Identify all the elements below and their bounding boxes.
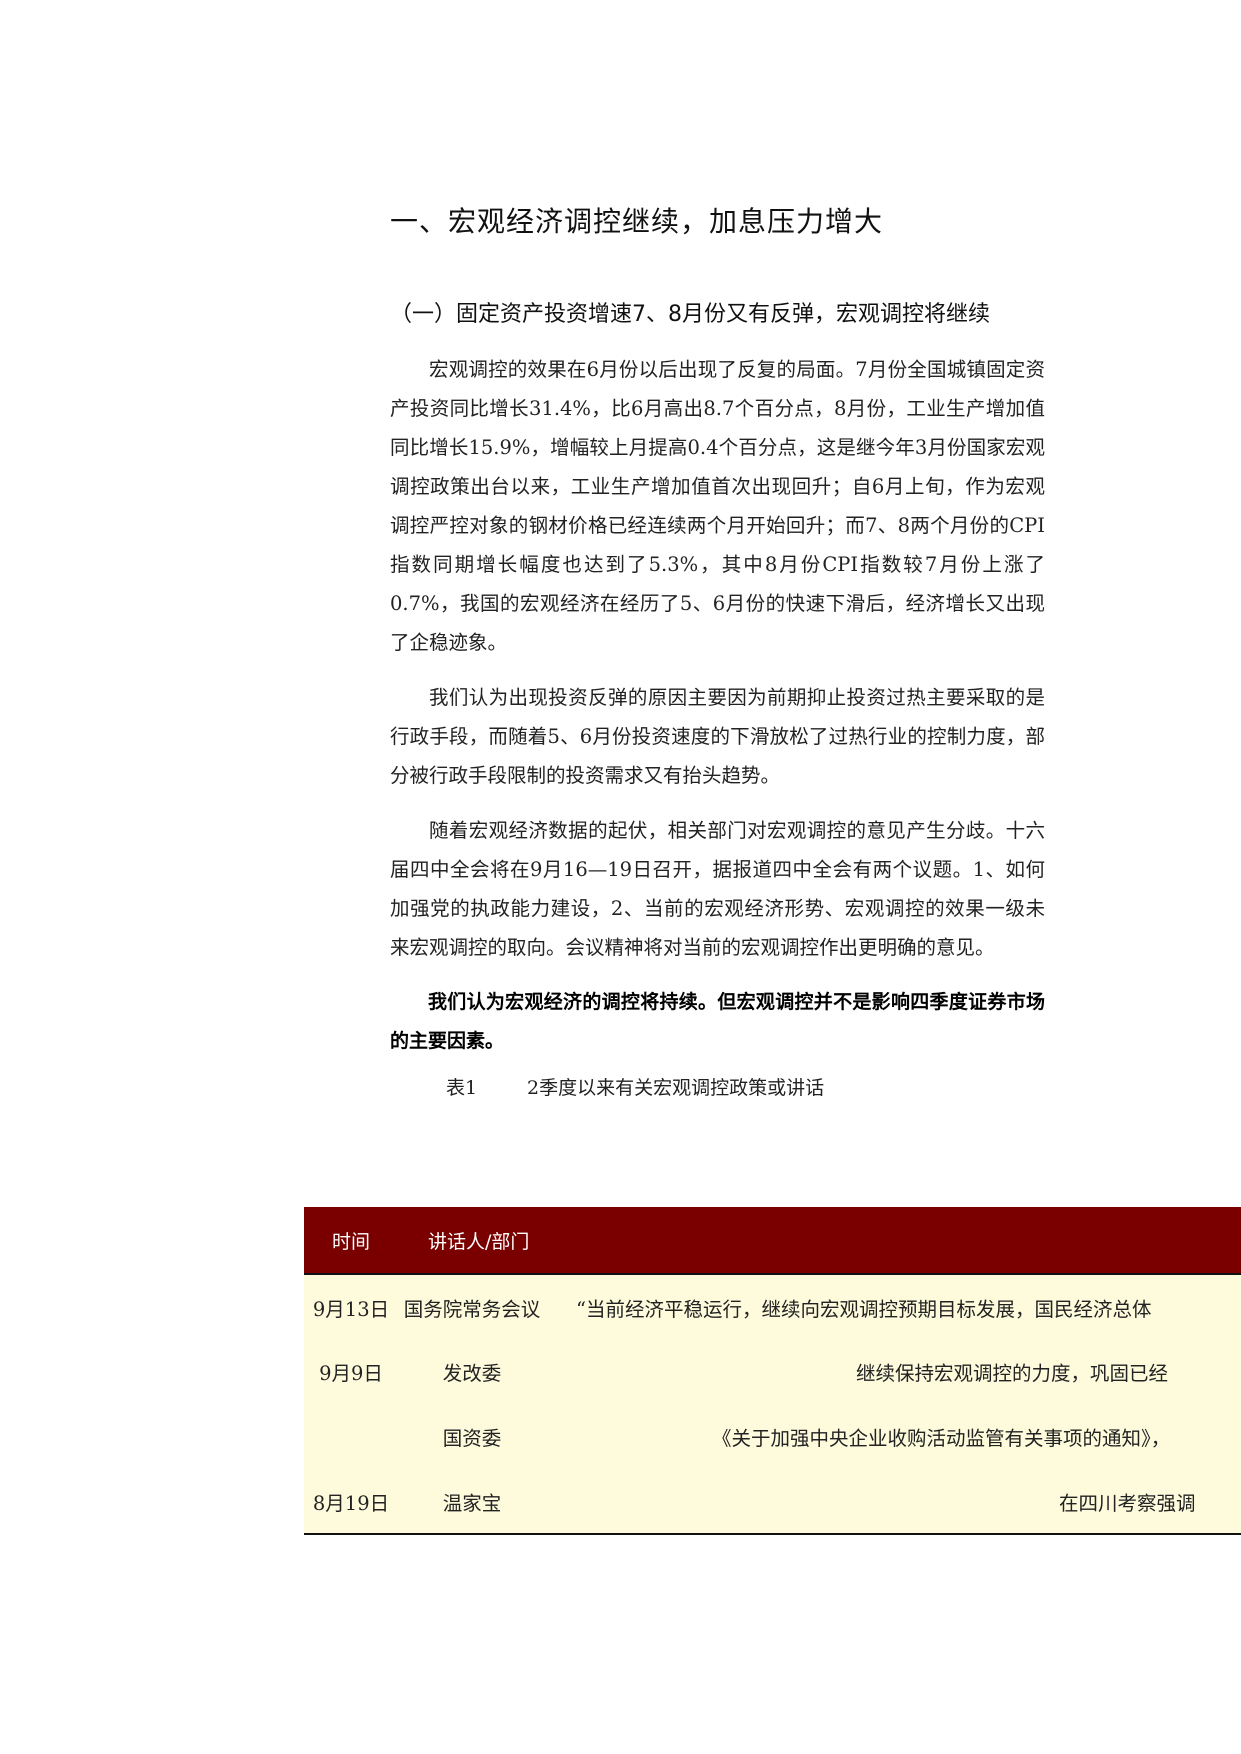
header-speaker: 讲话人/部门 [398, 1207, 546, 1275]
document-body: 一、宏观经济调控继续，加息压力增大 （一）固定资产投资增速7、8月份又有反弹，宏… [390, 200, 1045, 1100]
table-caption-number: 表1 [446, 1077, 478, 1099]
table-caption-text: 2季度以来有关宏观调控政策或讲话 [527, 1077, 825, 1099]
paragraph-1: 宏观调控的效果在6月份以后出现了反复的局面。7月份全国城镇固定资产投资同比增长3… [390, 358, 1045, 654]
cell-content: 在四川考察强调 [1059, 1491, 1196, 1515]
cell-time: 9月9日 [319, 1362, 383, 1385]
cell-content: 继续保持宏观调控的力度，巩固已经 [856, 1362, 1169, 1385]
bold-conclusion-paragraph: 我们认为宏观经济的调控将持续。但宏观调控并不是影响四季度证券市场的主要因素。 [390, 991, 1045, 1052]
subsection-title: （一）固定资产投资增速7、8月份又有反弹，宏观调控将继续 [390, 302, 990, 327]
table-row: 国资委 《关于加强中央企业收购活动监管有关事项的通知》， [304, 1404, 1241, 1469]
table-caption: 表1 2季度以来有关宏观调控政策或讲话 [446, 1073, 1045, 1100]
cell-content: 《关于加强中央企业收购活动监管有关事项的通知》， [712, 1427, 1171, 1450]
header-time: 时间 [304, 1207, 398, 1275]
cell-content: “当前经济平稳运行，继续向宏观调控预期目标发展，国民经济总体 [576, 1297, 1152, 1321]
policy-table: 时间 讲话人/部门 9月13日 国务院常务会议 “当前经济平稳运行，继续向宏观调… [304, 1207, 1241, 1535]
table-row: 8月19日 温家宝 在四川考察强调 [304, 1469, 1241, 1534]
table-row: 9月13日 国务院常务会议 “当前经济平稳运行，继续向宏观调控预期目标发展，国民… [304, 1274, 1241, 1339]
cell-speaker: 温家宝 [442, 1491, 502, 1515]
policy-table-container: 时间 讲话人/部门 9月13日 国务院常务会议 “当前经济平稳运行，继续向宏观调… [304, 1207, 1241, 1535]
table-row: 9月9日 发改委 继续保持宏观调控的力度，巩固已经 [304, 1339, 1241, 1404]
cell-speaker: 发改委 [442, 1362, 502, 1385]
header-content [546, 1207, 1241, 1275]
cell-time [304, 1404, 398, 1469]
cell-time: 9月13日 [312, 1297, 390, 1321]
cell-speaker: 国资委 [442, 1427, 502, 1450]
cell-time: 8月19日 [312, 1491, 390, 1515]
document-page: 一、宏观经济调控继续，加息压力增大 （一）固定资产投资增速7、8月份又有反弹，宏… [0, 0, 1241, 1754]
section-title: 一、宏观经济调控继续，加息压力增大 [390, 205, 884, 238]
paragraph-3: 随着宏观经济数据的起伏，相关部门对宏观调控的意见产生分歧。十六届四中全会将在9月… [390, 819, 1045, 959]
cell-speaker: 国务院常务会议 [403, 1297, 541, 1321]
paragraph-2: 我们认为出现投资反弹的原因主要因为前期抑止投资过热主要采取的是行政手段，而随着5… [390, 686, 1045, 787]
table-header-row: 时间 讲话人/部门 [304, 1207, 1241, 1275]
